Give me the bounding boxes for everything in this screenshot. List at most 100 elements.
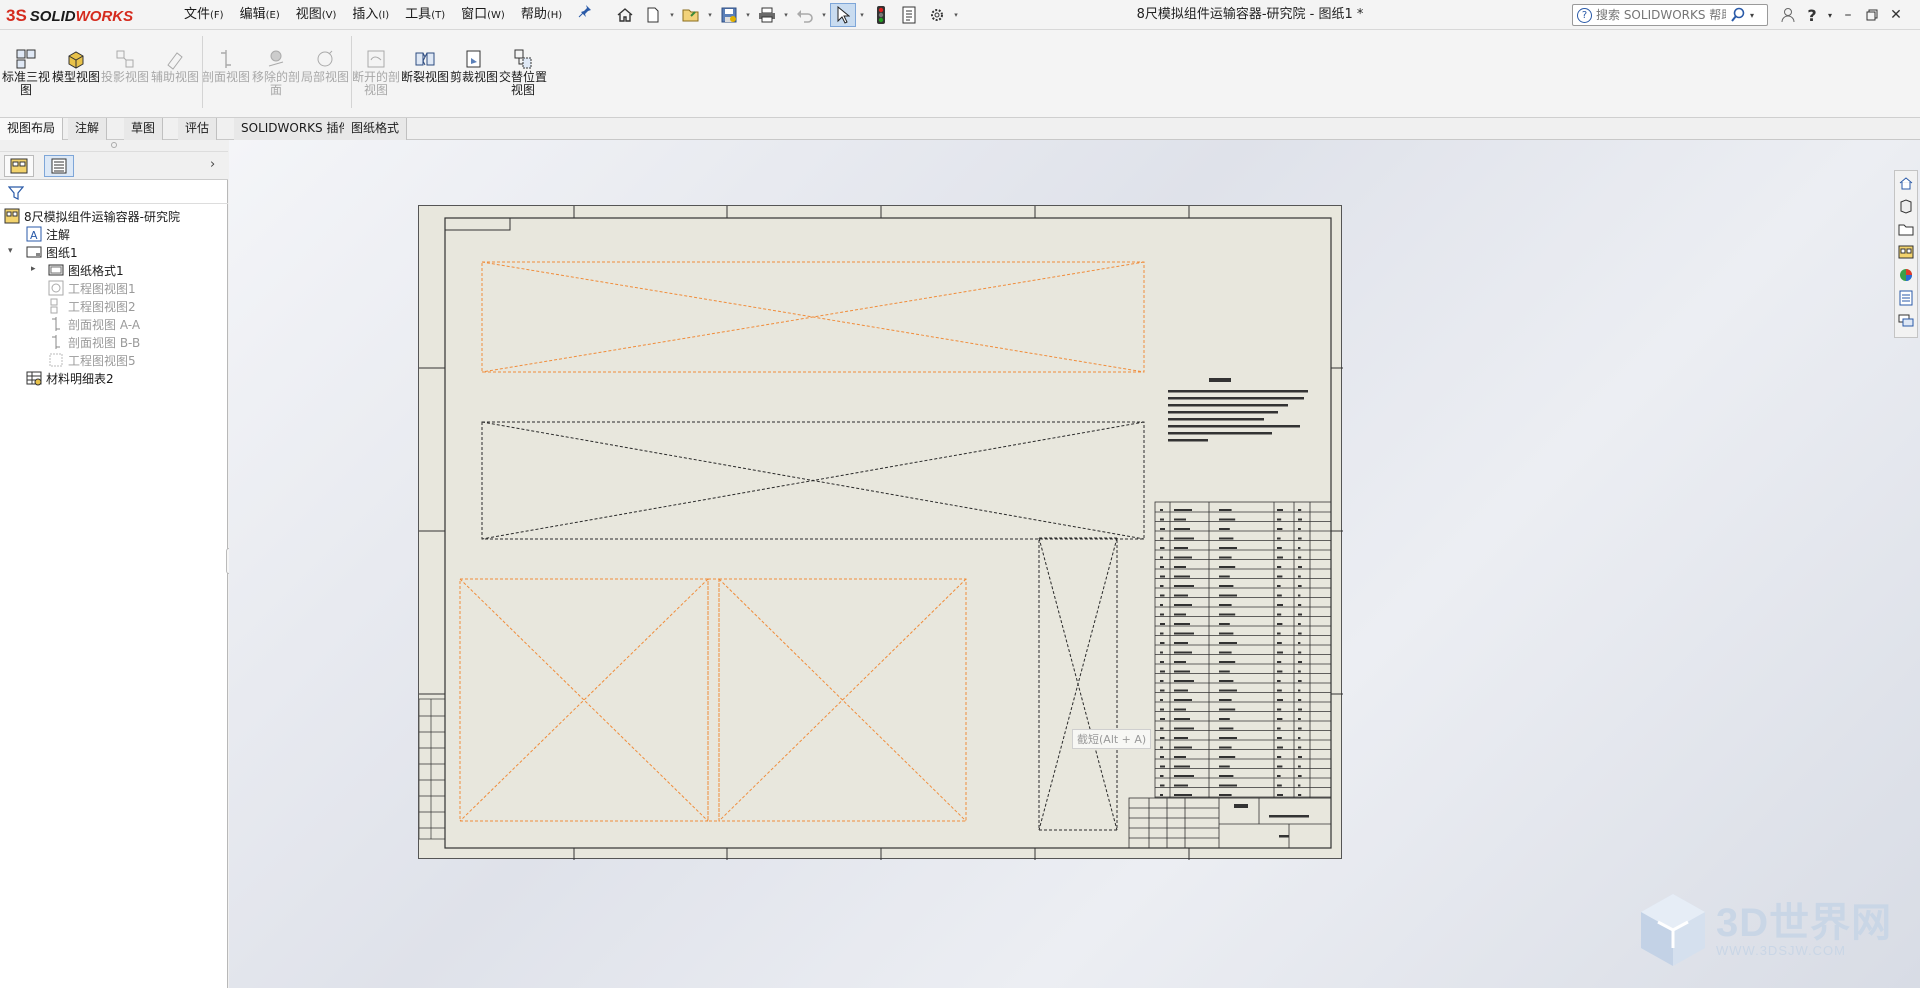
menu-item-1[interactable]: 编辑(E) (232, 0, 288, 30)
appearances-scenes-icon[interactable] (1895, 264, 1917, 286)
menu-item-0[interactable]: 文件(F) (176, 0, 232, 30)
menu-item-3[interactable]: 插入(I) (344, 0, 397, 30)
file-explorer-icon[interactable] (1895, 218, 1917, 240)
forum-chat-icon[interactable] (1895, 310, 1917, 332)
tree-root-drawing[interactable]: 8尺模拟组件运输容器-研究院 (4, 206, 180, 226)
tree-item-bom[interactable]: 材料明细表2 (26, 368, 114, 388)
chevron-right-icon[interactable]: ▸ (31, 264, 36, 274)
menu-label: 插入 (352, 7, 379, 22)
menu-item-6[interactable]: 帮助(H) (513, 0, 570, 30)
zoom-to-area-icon[interactable] (970, 140, 992, 142)
property-manager-tab[interactable] (44, 155, 74, 177)
menu-item-4[interactable]: 工具(T) (397, 0, 453, 30)
chevron-down-icon[interactable]: ▾ (858, 11, 866, 19)
chevron-down-icon[interactable]: ▾ (1750, 11, 1754, 20)
panel-tabs: › (0, 152, 228, 180)
alternate-position-view-button[interactable]: 交替位置视图 (499, 48, 547, 97)
design-library-icon[interactable] (1895, 195, 1917, 217)
tree-item-drawing-view-5[interactable]: 工程图视图5 (48, 350, 136, 370)
custom-properties-icon[interactable] (1895, 287, 1917, 309)
annotation-a-icon: A (26, 226, 42, 242)
menu-item-5[interactable]: 窗口(W) (453, 0, 513, 30)
restore-icon[interactable] (1860, 0, 1884, 30)
tab-4[interactable]: SOLIDWORKS 插件 (234, 118, 359, 140)
help-search-box[interactable]: ? ▾ (1572, 4, 1768, 26)
minimize-icon[interactable]: – (1836, 0, 1860, 30)
menu-label: 窗口 (461, 7, 488, 22)
rebuild-traffic-light-icon[interactable] (868, 3, 894, 27)
chevron-down-icon[interactable]: ▾ (706, 11, 714, 19)
bom-cell-text (1277, 718, 1283, 720)
search-icon[interactable] (1730, 7, 1746, 23)
tree-item-annotations[interactable]: A 注解 (26, 224, 70, 244)
hide-show-box-icon[interactable] (1100, 140, 1122, 142)
appearance-sphere-icon[interactable] (1176, 140, 1198, 142)
chevron-down-icon[interactable]: ▾ (782, 11, 790, 19)
bom-cell-text (1174, 632, 1194, 635)
display-style-icon[interactable] (1074, 140, 1096, 142)
file-properties-icon[interactable] (896, 3, 922, 27)
auxiliary-view-button[interactable]: 辅助视图 (151, 48, 199, 84)
chevron-down-icon[interactable]: ▾ (8, 246, 13, 256)
open-folder-icon[interactable] (678, 3, 704, 27)
tab-1[interactable]: 注解 (68, 118, 108, 140)
chevron-right-icon[interactable]: › (210, 157, 215, 172)
chevron-down-icon[interactable]: ▾ (744, 11, 752, 19)
broken-out-section-button[interactable]: 断开的剖视图 (352, 48, 400, 97)
solidworks-resources-home-icon[interactable] (1895, 172, 1917, 194)
tab-0[interactable]: 视图布局 (0, 118, 64, 140)
bom-cell-text (1298, 575, 1301, 578)
help-question-icon[interactable]: ? (1800, 0, 1824, 30)
undo-icon[interactable] (792, 3, 818, 27)
zoom-to-fit-icon[interactable] (944, 140, 966, 142)
view-palette-icon[interactable] (1895, 241, 1917, 263)
chevron-down-icon[interactable]: ▾ (1824, 0, 1836, 30)
panel-grip[interactable] (0, 140, 228, 152)
select-cursor-icon[interactable] (830, 3, 856, 27)
tab-3[interactable]: 评估 (178, 118, 218, 140)
break-view-button[interactable]: 断裂视图 (401, 48, 449, 84)
chevron-down-icon[interactable]: ▾ (668, 11, 676, 19)
print-icon[interactable] (754, 3, 780, 27)
chevron-down-icon[interactable]: ▾ (820, 11, 828, 19)
bom-cell-text (1160, 566, 1164, 568)
solidworks-logo[interactable]: 3S SOLIDWORKS (6, 3, 154, 29)
shortcut-tooltip: 截短(Alt + A) (1072, 729, 1152, 749)
pin-menu-icon[interactable] (570, 0, 600, 30)
section-view-button[interactable]: 剖面视图 (202, 48, 250, 84)
pan-pencil-icon[interactable] (1022, 140, 1044, 142)
tree-item-section-view-aa[interactable]: 剖面视图 A-A (48, 314, 140, 334)
tree-item-drawing-view-2[interactable]: 工程图视图2 (48, 296, 136, 316)
new-document-icon[interactable] (640, 3, 666, 27)
chevron-down-icon[interactable]: ▾ (952, 11, 960, 19)
bom-cell-text (1174, 623, 1190, 625)
drawing-sheet[interactable] (418, 205, 1343, 860)
task-pane (1894, 170, 1918, 338)
feature-manager-tab[interactable] (4, 155, 34, 177)
options-gear-icon[interactable] (924, 3, 950, 27)
save-icon[interactable] (716, 3, 742, 27)
close-icon[interactable]: ✕ (1884, 0, 1908, 30)
previous-view-icon[interactable] (996, 140, 1018, 142)
detail-view-button[interactable]: 局部视图 (301, 48, 349, 84)
rebuild-rotate-icon[interactable] (1048, 140, 1070, 142)
standard-3-view-button[interactable]: 标准三视图 (2, 48, 50, 97)
tree-filter[interactable] (0, 182, 228, 204)
user-account-icon[interactable] (1776, 0, 1800, 30)
tab-5[interactable]: 图纸格式 (344, 118, 408, 140)
crop-view-button[interactable]: 剪裁视图 (450, 48, 498, 84)
tree-item-sheet[interactable]: 图纸1 (26, 242, 78, 262)
help-search-input[interactable] (1596, 8, 1726, 22)
bom-cell-text (1219, 727, 1234, 730)
tree-item-sheet-format[interactable]: 图纸格式1 (48, 260, 124, 280)
projected-view-button[interactable]: 投影视图 (101, 48, 149, 84)
view-settings-eye-icon[interactable] (1138, 140, 1160, 142)
tree-item-section-view-bb[interactable]: 剖面视图 B-B (48, 332, 140, 352)
home-icon[interactable] (612, 3, 638, 27)
tree-item-drawing-view-1[interactable]: 工程图视图1 (48, 278, 136, 298)
filter-icon[interactable] (8, 185, 24, 201)
tab-2[interactable]: 草图 (124, 118, 164, 140)
removed-section-button[interactable]: 移除的剖面 (252, 48, 300, 97)
menu-item-2[interactable]: 视图(V) (288, 0, 345, 30)
model-view-button[interactable]: 模型视图 (52, 48, 100, 84)
